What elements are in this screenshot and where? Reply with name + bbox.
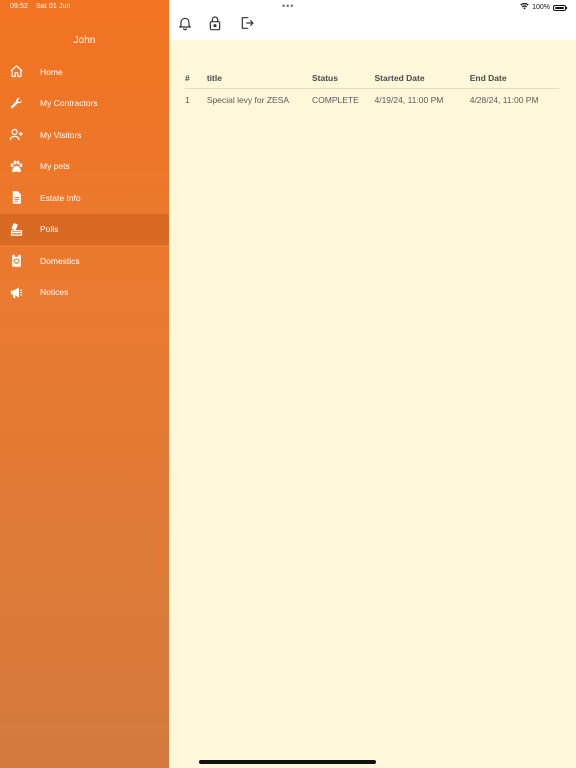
- document-icon: [8, 190, 24, 206]
- home-indicator[interactable]: [199, 760, 376, 764]
- toolbar: [169, 0, 576, 40]
- table-cell: 4/19/24, 11:00 PM: [374, 95, 444, 105]
- status-bar-right: 100%: [520, 2, 567, 12]
- sidebar-item-polls[interactable]: Polls: [0, 213, 169, 245]
- multitasking-dots-icon[interactable]: •••: [282, 1, 294, 11]
- wrench-icon: [8, 95, 24, 111]
- status-bar-left: 09:52 Sat 01 Jun: [10, 3, 77, 10]
- sidebar-item-home[interactable]: Home: [0, 56, 169, 88]
- column-header[interactable]: Started Date: [374, 73, 469, 83]
- sidebar-item-estate-info[interactable]: Estate Info: [0, 182, 169, 214]
- user-name: John: [73, 35, 96, 46]
- sidebar-item-notices[interactable]: Notices: [0, 277, 169, 309]
- status-date: Sat 01 Jun: [36, 3, 71, 10]
- sidebar-item-label: Home: [40, 66, 63, 77]
- battery-icon: [553, 4, 567, 11]
- sidebar-item-my-visitors[interactable]: My Visitors: [0, 119, 169, 151]
- table-header-row: # title Status Started Date End Date: [185, 68, 559, 89]
- sidebar-item-label: Notices: [40, 287, 69, 298]
- table-cell: Special levy for ZESA: [206, 95, 290, 105]
- home-icon: [8, 64, 24, 80]
- sidebar-item-label: Polls: [40, 224, 59, 235]
- lock-icon[interactable]: [207, 15, 223, 31]
- table-cell: 1: [185, 95, 190, 105]
- table-cell: COMPLETE: [311, 95, 359, 105]
- table-cell: 4/28/24, 11:00 PM: [469, 95, 539, 105]
- wifi-icon: [520, 2, 529, 12]
- polls-table: # title Status Started Date End Date 1 S…: [185, 68, 559, 111]
- sidebar-item-label: My Contractors: [40, 98, 98, 109]
- status-time: 09:52: [10, 3, 29, 10]
- add-person-icon: [8, 127, 24, 143]
- column-header[interactable]: title: [207, 73, 312, 83]
- logout-icon[interactable]: [239, 15, 255, 31]
- sidebar-item-domestics[interactable]: Domestics: [0, 245, 169, 277]
- column-header[interactable]: End Date: [470, 73, 559, 83]
- sidebar-item-label: My Visitors: [40, 129, 82, 140]
- sidebar-item-label: My pets: [40, 161, 70, 172]
- sidebar-menu: Home My Contractors My Visitors My pets …: [0, 56, 169, 308]
- sidebar-item-label: Domestics: [40, 255, 80, 266]
- column-header[interactable]: #: [185, 73, 207, 83]
- battery-percent: 100%: [532, 4, 550, 11]
- ballot-icon: [8, 221, 24, 237]
- megaphone-icon: [8, 284, 24, 300]
- sidebar: John Home My Contractors My Visitors My …: [0, 0, 169, 768]
- sidebar-item-my-contractors[interactable]: My Contractors: [0, 88, 169, 120]
- main-content: # title Status Started Date End Date 1 S…: [169, 0, 576, 768]
- bell-icon[interactable]: [177, 15, 193, 31]
- table-row[interactable]: 1 Special levy for ZESA COMPLETE 4/19/24…: [185, 89, 559, 111]
- paw-icon: [8, 158, 24, 174]
- sidebar-item-my-pets[interactable]: My pets: [0, 151, 169, 183]
- column-header[interactable]: Status: [312, 73, 375, 83]
- sidebar-item-label: Estate Info: [40, 192, 81, 203]
- clipboard-icon: [8, 253, 24, 269]
